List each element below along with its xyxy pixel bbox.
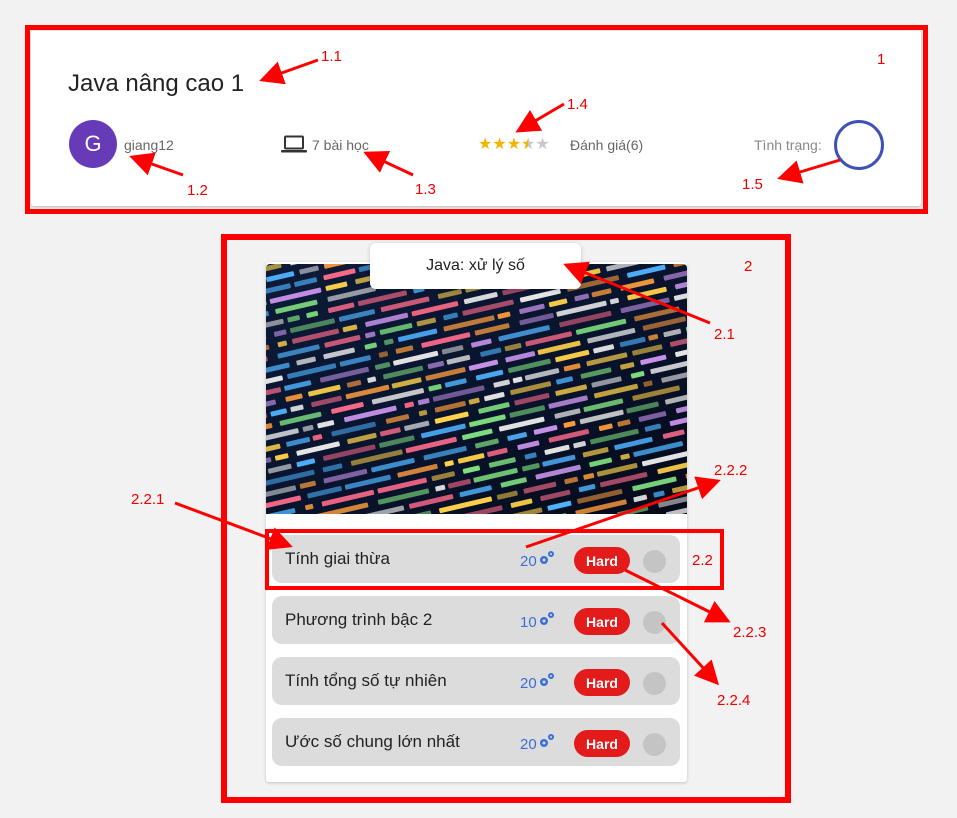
- annotation-label-2-2-1: 2.2.1: [131, 491, 165, 508]
- annotation-label-2-1: 2.1: [714, 326, 735, 343]
- arrow-2-2-3: [624, 568, 731, 623]
- arrow-1-2: [129, 152, 184, 177]
- arrow-1-5: [777, 158, 841, 184]
- annotation-label-2: 2: [744, 258, 753, 275]
- annotation-label-2-2-4: 2.2.4: [717, 692, 751, 709]
- annotation-label-2-2-3: 2.2.3: [733, 624, 767, 641]
- annotation-label-1: 1: [877, 51, 886, 68]
- annotation-arrows: [129, 58, 841, 686]
- annotation-label-1-3: 1.3: [415, 181, 436, 198]
- arrow-2-2-2: [525, 476, 721, 549]
- arrow-1-1: [259, 58, 319, 85]
- arrow-2-2-4: [660, 621, 720, 686]
- annotation-label-2-2-2: 2.2.2: [714, 462, 748, 479]
- annotation-label-1-2: 1.2: [187, 182, 208, 199]
- arrow-1-3: [363, 151, 414, 177]
- arrow-1-4: [515, 102, 565, 133]
- arrow-2-2-1: [174, 501, 293, 550]
- annotation-label-2-2: 2.2: [692, 552, 713, 569]
- annotation-label-1-5: 1.5: [742, 176, 763, 193]
- arrow-2-1: [563, 261, 711, 325]
- annotation-label-1-1: 1.1: [321, 48, 342, 65]
- annotation-label-1-4: 1.4: [567, 96, 588, 113]
